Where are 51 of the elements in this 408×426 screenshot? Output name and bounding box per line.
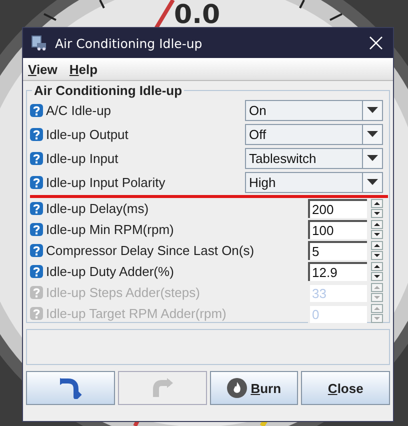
- spin-up-button[interactable]: [371, 199, 383, 208]
- help-icon[interactable]: [30, 104, 43, 116]
- help-icon[interactable]: [30, 128, 43, 140]
- setting-label: Idle-up Duty Adder(%): [46, 264, 175, 279]
- setting-label: Idle-up Min RPM(rpm): [46, 222, 175, 237]
- close-button[interactable]: Close: [301, 371, 390, 405]
- input-field[interactable]: 12.9: [308, 262, 367, 281]
- setting-label: Idle-up Delay(ms): [46, 201, 150, 216]
- burn-button[interactable]: Burn: [210, 371, 298, 405]
- setting-label: Idle-up Output: [46, 126, 130, 142]
- dropdown[interactable]: On: [245, 100, 383, 120]
- setting-label: Idle-up Input: [46, 150, 120, 166]
- help-icon[interactable]: [30, 265, 43, 278]
- setting-label: Idle-up Steps Adder(steps): [46, 285, 201, 300]
- spin-up-button[interactable]: [371, 220, 383, 229]
- input-field[interactable]: 100: [308, 220, 367, 239]
- flame-icon: [226, 378, 247, 398]
- caret-icon: [367, 179, 378, 185]
- help-icon[interactable]: [30, 244, 43, 257]
- spin-up-button[interactable]: [371, 241, 383, 250]
- setting-label: Compressor Delay Since Last On(s): [46, 243, 256, 258]
- gauge-reading: 0.0: [174, 0, 220, 30]
- menu-item[interactable]: View: [28, 62, 58, 76]
- group-title: Air Conditioning Idle-up: [33, 83, 184, 98]
- setting-label: Idle-up Target RPM Adder(rpm): [46, 306, 228, 321]
- spin-down-button[interactable]: [371, 230, 383, 239]
- help-icon[interactable]: [30, 152, 43, 164]
- undo-arrow-icon: [58, 377, 82, 399]
- input-field[interactable]: 200: [308, 199, 367, 218]
- caret-icon: [367, 131, 378, 137]
- input-field[interactable]: 5: [308, 241, 367, 260]
- caret-icon: [367, 155, 378, 161]
- spin-down-button[interactable]: [371, 251, 383, 260]
- redo-arrow-icon: [150, 377, 174, 399]
- help-icon[interactable]: [30, 202, 43, 215]
- help-icon[interactable]: [30, 223, 43, 236]
- dropdown[interactable]: Off: [245, 124, 383, 144]
- spin-up-button[interactable]: [371, 262, 383, 271]
- app-icon: [31, 35, 47, 51]
- help-icon[interactable]: [30, 176, 43, 188]
- undo-button[interactable]: [26, 371, 115, 405]
- dropdown[interactable]: Tableswitch: [245, 148, 383, 168]
- menu-item[interactable]: Help: [69, 62, 98, 76]
- spin-down-button[interactable]: [371, 272, 383, 281]
- caret-icon: [367, 107, 378, 113]
- close-icon[interactable]: [369, 36, 383, 50]
- window-title: Air Conditioning Idle-up: [55, 36, 204, 50]
- setting-label: A/C Idle-up: [46, 102, 112, 118]
- setting-label: Idle-up Input Polarity: [46, 174, 166, 190]
- spin-down-button[interactable]: [371, 209, 383, 218]
- dropdown[interactable]: High: [245, 172, 383, 192]
